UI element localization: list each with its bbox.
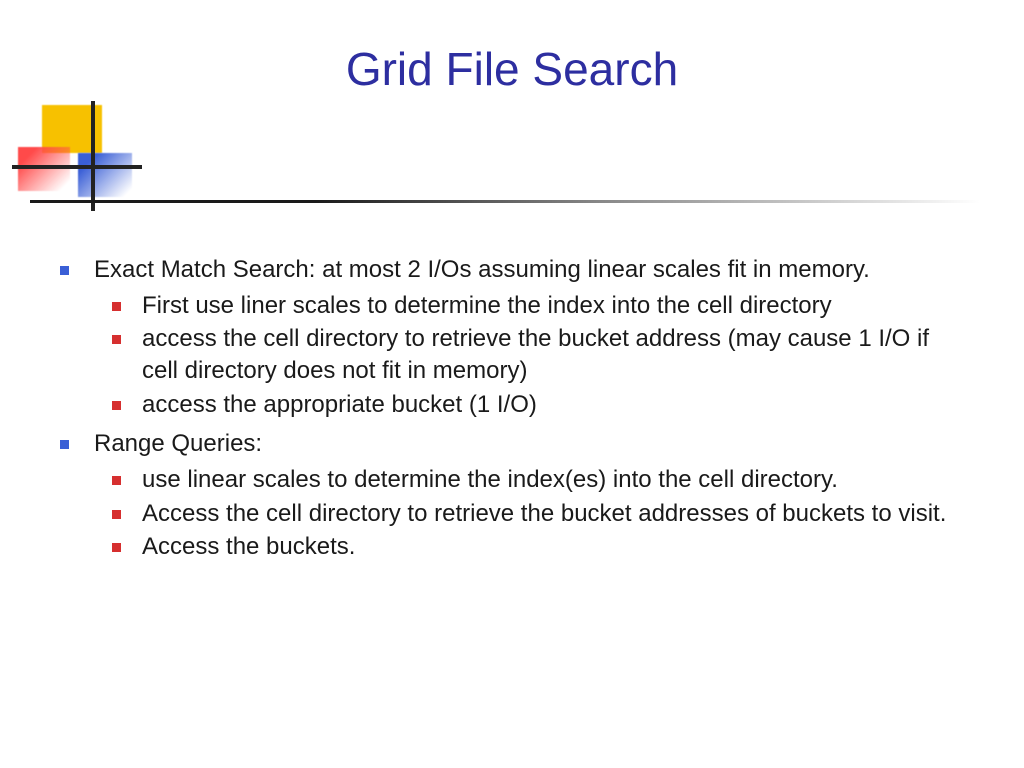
bullet-text: Range Queries:	[94, 430, 262, 457]
list-item: use linear scales to determine the index…	[104, 464, 970, 496]
horizontal-line-icon	[12, 165, 142, 169]
slide-body: Exact Match Search: at most 2 I/Os assum…	[60, 254, 970, 571]
red-square-icon	[18, 147, 70, 191]
bullet-text: Access the cell directory to retrieve th…	[142, 500, 946, 527]
list-item: Range Queries: use linear scales to dete…	[60, 428, 970, 563]
bullet-text: access the cell directory to retrieve th…	[142, 325, 929, 384]
corner-decoration	[18, 105, 218, 215]
list-item: Access the cell directory to retrieve th…	[104, 498, 970, 530]
bullet-list: Exact Match Search: at most 2 I/Os assum…	[60, 254, 970, 563]
list-item: First use liner scales to determine the …	[104, 290, 970, 322]
list-item: Exact Match Search: at most 2 I/Os assum…	[60, 254, 970, 420]
blue-square-icon	[78, 153, 132, 197]
sub-bullet-list: use linear scales to determine the index…	[94, 464, 970, 563]
bullet-text: Access the buckets.	[142, 533, 355, 560]
bullet-text: First use liner scales to determine the …	[142, 292, 832, 319]
bullet-text: use linear scales to determine the index…	[142, 466, 838, 493]
slide-title: Grid File Search	[0, 42, 1024, 96]
list-item: Access the buckets.	[104, 531, 970, 563]
list-item: access the appropriate bucket (1 I/O)	[104, 389, 970, 421]
vertical-line-icon	[91, 101, 95, 211]
bullet-text: Exact Match Search: at most 2 I/Os assum…	[94, 256, 870, 283]
sub-bullet-list: First use liner scales to determine the …	[94, 290, 970, 421]
divider-rule	[30, 200, 980, 203]
bullet-text: access the appropriate bucket (1 I/O)	[142, 391, 537, 418]
list-item: access the cell directory to retrieve th…	[104, 323, 970, 386]
